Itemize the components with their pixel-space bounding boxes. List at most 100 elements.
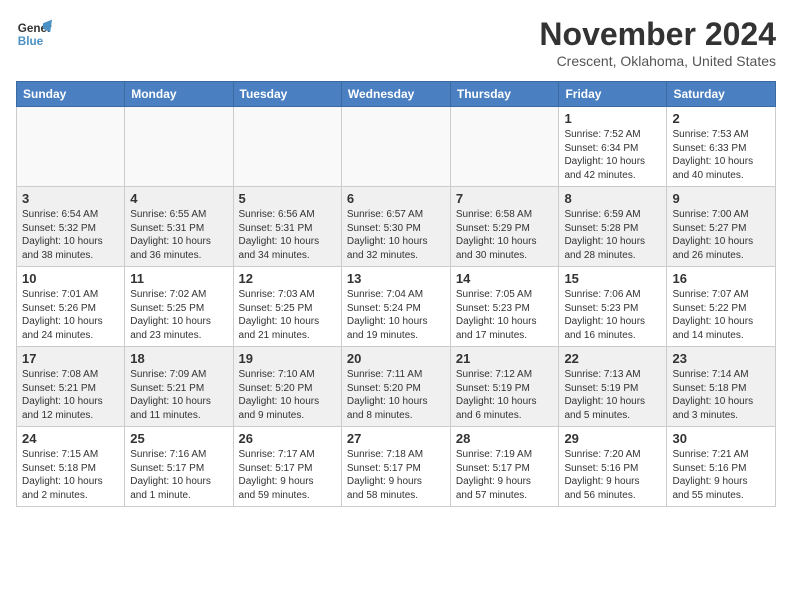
weekday-header-sunday: Sunday: [17, 82, 125, 107]
day-info: Sunrise: 7:10 AM Sunset: 5:20 PM Dayligh…: [239, 368, 336, 422]
month-title: November 2024: [539, 16, 776, 53]
calendar: SundayMondayTuesdayWednesdayThursdayFrid…: [16, 81, 776, 507]
calendar-cell: 7 Sunrise: 6:58 AM Sunset: 5:29 PM Daylig…: [450, 187, 559, 267]
day-number: 14: [456, 271, 554, 286]
day-number: 11: [130, 271, 227, 286]
day-info: Sunrise: 7:21 AM Sunset: 5:16 PM Dayligh…: [672, 448, 770, 502]
calendar-cell: 13Sunrise: 7:04 AM Sunset: 5:24 PM Dayli…: [341, 267, 450, 347]
calendar-cell: 26 Sunrise: 7:17 AM Sunset: 5:17 PM Dayli…: [233, 427, 341, 507]
calendar-cell: [17, 107, 125, 187]
title-block: November 2024 Crescent, Oklahoma, United…: [539, 16, 776, 69]
calendar-cell: 12Sunrise: 7:03 AM Sunset: 5:25 PM Dayli…: [233, 267, 341, 347]
calendar-cell: 30 Sunrise: 7:21 AM Sunset: 5:16 PM Dayli…: [667, 427, 776, 507]
day-info: Sunrise: 7:52 AM Sunset: 6:34 PM Dayligh…: [564, 128, 661, 182]
calendar-cell: [450, 107, 559, 187]
calendar-cell: 16Sunrise: 7:07 AM Sunset: 5:22 PM Dayli…: [667, 267, 776, 347]
day-info: Sunrise: 7:15 AM Sunset: 5:18 PM Dayligh…: [22, 448, 119, 502]
calendar-cell: 1 Sunrise: 7:52 AM Sunset: 6:34 PM Daylig…: [559, 107, 667, 187]
day-number: 5: [239, 191, 336, 206]
day-info: Sunrise: 6:57 AM Sunset: 5:30 PM Dayligh…: [347, 208, 445, 262]
day-info: Sunrise: 7:53 AM Sunset: 6:33 PM Dayligh…: [672, 128, 770, 182]
calendar-cell: 6 Sunrise: 6:57 AM Sunset: 5:30 PM Daylig…: [341, 187, 450, 267]
day-number: 10: [22, 271, 119, 286]
day-info: Sunrise: 7:09 AM Sunset: 5:21 PM Dayligh…: [130, 368, 227, 422]
day-number: 24: [22, 431, 119, 446]
weekday-header-wednesday: Wednesday: [341, 82, 450, 107]
day-number: 25: [130, 431, 227, 446]
day-number: 23: [672, 351, 770, 366]
weekday-header-tuesday: Tuesday: [233, 82, 341, 107]
day-number: 28: [456, 431, 554, 446]
day-number: 30: [672, 431, 770, 446]
calendar-row-1: 3 Sunrise: 6:54 AM Sunset: 5:32 PM Daylig…: [17, 187, 776, 267]
calendar-cell: 5 Sunrise: 6:56 AM Sunset: 5:31 PM Daylig…: [233, 187, 341, 267]
day-info: Sunrise: 6:54 AM Sunset: 5:32 PM Dayligh…: [22, 208, 119, 262]
day-number: 19: [239, 351, 336, 366]
logo: General Blue: [16, 16, 52, 52]
calendar-cell: 19 Sunrise: 7:10 AM Sunset: 5:20 PM Dayli…: [233, 347, 341, 427]
day-info: Sunrise: 7:16 AM Sunset: 5:17 PM Dayligh…: [130, 448, 227, 502]
calendar-cell: 8Sunrise: 6:59 AM Sunset: 5:28 PM Daylig…: [559, 187, 667, 267]
location-title: Crescent, Oklahoma, United States: [539, 53, 776, 69]
day-number: 21: [456, 351, 554, 366]
day-number: 26: [239, 431, 336, 446]
day-number: 17: [22, 351, 119, 366]
page-header: General Blue November 2024 Crescent, Okl…: [16, 16, 776, 69]
day-number: 7: [456, 191, 554, 206]
calendar-cell: 9 Sunrise: 7:00 AM Sunset: 5:27 PM Daylig…: [667, 187, 776, 267]
svg-text:Blue: Blue: [18, 35, 44, 48]
calendar-cell: 18Sunrise: 7:09 AM Sunset: 5:21 PM Dayli…: [125, 347, 233, 427]
day-info: Sunrise: 7:17 AM Sunset: 5:17 PM Dayligh…: [239, 448, 336, 502]
calendar-cell: 22Sunrise: 7:13 AM Sunset: 5:19 PM Dayli…: [559, 347, 667, 427]
day-info: Sunrise: 7:01 AM Sunset: 5:26 PM Dayligh…: [22, 288, 119, 342]
day-info: Sunrise: 7:19 AM Sunset: 5:17 PM Dayligh…: [456, 448, 554, 502]
day-number: 20: [347, 351, 445, 366]
day-info: Sunrise: 7:12 AM Sunset: 5:19 PM Dayligh…: [456, 368, 554, 422]
calendar-cell: 2 Sunrise: 7:53 AM Sunset: 6:33 PM Daylig…: [667, 107, 776, 187]
day-number: 2: [672, 111, 770, 126]
day-number: 29: [564, 431, 661, 446]
day-info: Sunrise: 7:08 AM Sunset: 5:21 PM Dayligh…: [22, 368, 119, 422]
calendar-cell: 20 Sunrise: 7:11 AM Sunset: 5:20 PM Dayli…: [341, 347, 450, 427]
calendar-cell: 28 Sunrise: 7:19 AM Sunset: 5:17 PM Dayli…: [450, 427, 559, 507]
weekday-header-saturday: Saturday: [667, 82, 776, 107]
day-info: Sunrise: 6:58 AM Sunset: 5:29 PM Dayligh…: [456, 208, 554, 262]
calendar-cell: 11 Sunrise: 7:02 AM Sunset: 5:25 PM Dayli…: [125, 267, 233, 347]
day-info: Sunrise: 7:00 AM Sunset: 5:27 PM Dayligh…: [672, 208, 770, 262]
day-number: 12: [239, 271, 336, 286]
day-number: 3: [22, 191, 119, 206]
day-info: Sunrise: 7:20 AM Sunset: 5:16 PM Dayligh…: [564, 448, 661, 502]
calendar-cell: 17 Sunrise: 7:08 AM Sunset: 5:21 PM Dayli…: [17, 347, 125, 427]
calendar-header-row: SundayMondayTuesdayWednesdayThursdayFrid…: [17, 82, 776, 107]
calendar-cell: [341, 107, 450, 187]
weekday-header-thursday: Thursday: [450, 82, 559, 107]
day-number: 9: [672, 191, 770, 206]
weekday-header-friday: Friday: [559, 82, 667, 107]
calendar-cell: 3 Sunrise: 6:54 AM Sunset: 5:32 PM Daylig…: [17, 187, 125, 267]
calendar-cell: 15Sunrise: 7:06 AM Sunset: 5:23 PM Dayli…: [559, 267, 667, 347]
calendar-cell: 14 Sunrise: 7:05 AM Sunset: 5:23 PM Dayli…: [450, 267, 559, 347]
day-number: 15: [564, 271, 661, 286]
day-info: Sunrise: 7:18 AM Sunset: 5:17 PM Dayligh…: [347, 448, 445, 502]
calendar-cell: 21 Sunrise: 7:12 AM Sunset: 5:19 PM Dayli…: [450, 347, 559, 427]
calendar-cell: 4 Sunrise: 6:55 AM Sunset: 5:31 PM Daylig…: [125, 187, 233, 267]
day-number: 1: [564, 111, 661, 126]
day-info: Sunrise: 7:02 AM Sunset: 5:25 PM Dayligh…: [130, 288, 227, 342]
day-number: 6: [347, 191, 445, 206]
day-info: Sunrise: 7:04 AM Sunset: 5:24 PM Dayligh…: [347, 288, 445, 342]
calendar-row-3: 17 Sunrise: 7:08 AM Sunset: 5:21 PM Dayli…: [17, 347, 776, 427]
day-info: Sunrise: 7:05 AM Sunset: 5:23 PM Dayligh…: [456, 288, 554, 342]
calendar-cell: [233, 107, 341, 187]
day-info: Sunrise: 7:11 AM Sunset: 5:20 PM Dayligh…: [347, 368, 445, 422]
calendar-cell: 29 Sunrise: 7:20 AM Sunset: 5:16 PM Dayli…: [559, 427, 667, 507]
day-info: Sunrise: 6:55 AM Sunset: 5:31 PM Dayligh…: [130, 208, 227, 262]
day-info: Sunrise: 6:59 AM Sunset: 5:28 PM Dayligh…: [564, 208, 661, 262]
day-number: 4: [130, 191, 227, 206]
day-number: 27: [347, 431, 445, 446]
calendar-cell: 25 Sunrise: 7:16 AM Sunset: 5:17 PM Dayli…: [125, 427, 233, 507]
calendar-cell: 23Sunrise: 7:14 AM Sunset: 5:18 PM Dayli…: [667, 347, 776, 427]
calendar-row-2: 10 Sunrise: 7:01 AM Sunset: 5:26 PM Dayli…: [17, 267, 776, 347]
calendar-cell: 24 Sunrise: 7:15 AM Sunset: 5:18 PM Dayli…: [17, 427, 125, 507]
day-info: Sunrise: 6:56 AM Sunset: 5:31 PM Dayligh…: [239, 208, 336, 262]
calendar-cell: 27 Sunrise: 7:18 AM Sunset: 5:17 PM Dayli…: [341, 427, 450, 507]
